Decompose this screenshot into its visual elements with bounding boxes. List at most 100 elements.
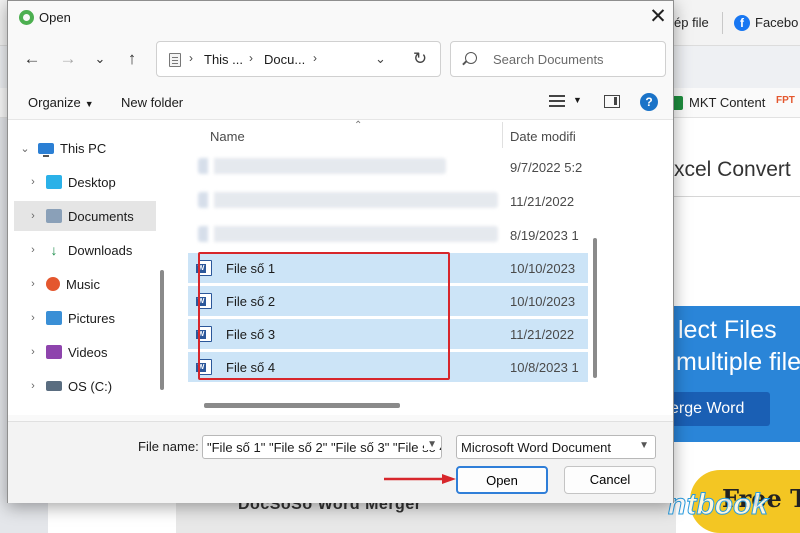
- navigation-scrollbar[interactable]: [160, 270, 164, 390]
- expand-chevron-icon[interactable]: ›: [26, 380, 40, 392]
- videos-icon: [46, 345, 62, 359]
- breadcrumb-chevron-icon[interactable]: ›: [313, 51, 317, 65]
- refresh-icon[interactable]: ↻: [409, 48, 431, 70]
- file-date: 9/7/2022 5:2: [510, 160, 583, 175]
- nav-item-this-pc[interactable]: ⌄ This PC: [18, 133, 156, 163]
- breadcrumb-chevron-icon[interactable]: ›: [189, 51, 193, 65]
- pictures-icon: [46, 311, 62, 325]
- nav-item-pictures[interactable]: › Pictures: [26, 303, 156, 333]
- nav-item-desktop[interactable]: › Desktop: [26, 167, 156, 197]
- nav-label: This PC: [60, 140, 107, 156]
- download-arrow-icon: ↓: [50, 242, 58, 258]
- breadcrumb-chevron-icon[interactable]: ›: [249, 51, 253, 65]
- bookmark-logo-icon[interactable]: FPT: [776, 95, 795, 109]
- nav-item-videos[interactable]: › Videos: [26, 337, 156, 367]
- new-folder-button[interactable]: New folder: [121, 95, 183, 110]
- navigation-bar: ← → ⌄ ↑ › This ... › Docu... › ⌄ ↻: [8, 39, 673, 81]
- close-icon[interactable]: ✕: [644, 3, 672, 31]
- file-list-horizontal-scrollbar[interactable]: [204, 403, 400, 408]
- location-icon: [169, 53, 181, 67]
- file-list-vertical-scrollbar[interactable]: [593, 238, 597, 378]
- nav-label: OS (C:): [68, 378, 113, 394]
- expand-chevron-icon[interactable]: ›: [26, 346, 40, 358]
- view-options-caret-icon[interactable]: ▼: [573, 95, 582, 105]
- cancel-button[interactable]: Cancel: [564, 466, 656, 494]
- browser-tab-facebook[interactable]: f Facebo: [734, 10, 798, 36]
- open-button[interactable]: Open: [456, 466, 548, 494]
- bookmark-item[interactable]: MKT Content: [672, 95, 765, 110]
- column-date-header[interactable]: Date modifi: [510, 129, 576, 144]
- bookmark-label: MKT Content: [689, 95, 766, 110]
- help-icon[interactable]: ?: [640, 93, 658, 111]
- nav-label: Music: [66, 276, 100, 292]
- tab-label: Facebo: [755, 15, 799, 30]
- column-name-header[interactable]: Name: [210, 129, 245, 144]
- blurred-file-name: [198, 158, 446, 174]
- search-box[interactable]: [450, 41, 666, 77]
- forward-arrow-icon[interactable]: →: [56, 47, 80, 71]
- file-date: 10/8/2023 1: [510, 360, 579, 375]
- nav-item-downloads[interactable]: › ↓ Downloads: [26, 235, 156, 265]
- documents-icon: [46, 209, 62, 223]
- search-input[interactable]: [493, 42, 661, 76]
- browser-tab[interactable]: ép file: [674, 10, 709, 36]
- nav-item-documents[interactable]: › Documents: [14, 201, 156, 231]
- organize-label: Organize: [28, 95, 81, 110]
- expand-chevron-icon[interactable]: ⌄: [18, 142, 32, 155]
- recent-locations-chevron-icon[interactable]: ⌄: [88, 47, 112, 71]
- upload-subtitle: multiple file: [676, 348, 800, 376]
- expand-chevron-icon[interactable]: ›: [26, 244, 40, 256]
- open-file-dialog: Open ✕ ← → ⌄ ↑ › This ... › Docu... › ⌄ …: [7, 0, 674, 503]
- file-date: 8/19/2023 1: [510, 228, 579, 243]
- file-date: 10/10/2023: [510, 294, 576, 309]
- file-date: 11/21/2022: [510, 194, 575, 209]
- navigation-pane: ⌄ This PC › Desktop › Documents › ↓ Down…: [8, 120, 158, 414]
- pointer-arrow-annotation: [384, 474, 456, 484]
- expand-chevron-icon[interactable]: ›: [26, 278, 40, 290]
- nav-item-music[interactable]: › Music: [26, 269, 156, 299]
- nav-label: Pictures: [68, 310, 115, 326]
- selection-highlight-annotation: [198, 252, 450, 380]
- file-name-value[interactable]: "File số 1" "File số 2" "File số 3" "Fil…: [207, 440, 441, 455]
- facebook-icon: f: [734, 15, 750, 31]
- expand-chevron-icon[interactable]: ›: [26, 312, 40, 324]
- command-bar: Organize ▼ New folder ▼ ?: [8, 87, 673, 117]
- expand-chevron-icon[interactable]: ›: [26, 210, 40, 222]
- nav-item-os-drive[interactable]: › OS (C:): [26, 371, 156, 401]
- page-divider: [660, 196, 800, 197]
- nav-label: Videos: [68, 344, 108, 360]
- view-list-icon[interactable]: [549, 95, 565, 107]
- desktop-icon: [46, 175, 62, 189]
- upload-title: lect Files: [678, 316, 777, 344]
- back-arrow-icon[interactable]: ←: [20, 47, 44, 71]
- column-header: ⌃ Name Date modifi: [176, 120, 673, 150]
- address-dropdown-icon[interactable]: ⌄: [375, 51, 386, 67]
- file-type-value: Microsoft Word Document: [461, 440, 612, 455]
- file-name-field[interactable]: "File số 1" "File số 2" "File số 3" "Fil…: [202, 435, 442, 459]
- music-icon: [46, 277, 60, 291]
- chevron-down-icon[interactable]: ▼: [424, 439, 437, 450]
- blurred-file-name: [198, 192, 498, 208]
- expand-chevron-icon[interactable]: ›: [26, 176, 40, 188]
- breadcrumb-this-pc[interactable]: This ...: [204, 52, 243, 67]
- file-date: 10/10/2023: [510, 261, 576, 276]
- up-arrow-icon[interactable]: ↑: [120, 47, 144, 71]
- tab-divider: [722, 12, 723, 34]
- page-heading: xcel Convert: [674, 158, 791, 181]
- nav-label: Desktop: [68, 174, 116, 190]
- merge-word-button[interactable]: erge Word: [660, 392, 770, 426]
- search-icon: [465, 52, 477, 64]
- organize-button[interactable]: Organize ▼: [28, 95, 94, 110]
- column-divider[interactable]: [502, 122, 503, 148]
- dialog-body: ⌄ This PC › Desktop › Documents › ↓ Down…: [8, 119, 673, 415]
- file-date: 11/21/2022: [510, 327, 575, 342]
- file-type-select[interactable]: Microsoft Word Document ▼: [456, 435, 656, 459]
- address-bar[interactable]: › This ... › Docu... › ⌄ ↻: [156, 41, 441, 77]
- drive-icon: [46, 381, 62, 391]
- caret-down-icon: ▼: [84, 99, 94, 109]
- preview-pane-icon[interactable]: [604, 95, 620, 108]
- watermark-logo: ntbook: [668, 488, 769, 522]
- dialog-footer: File name: "File số 1" "File số 2" "File…: [8, 421, 673, 503]
- app-icon: [19, 10, 34, 25]
- breadcrumb-documents[interactable]: Docu...: [264, 52, 305, 67]
